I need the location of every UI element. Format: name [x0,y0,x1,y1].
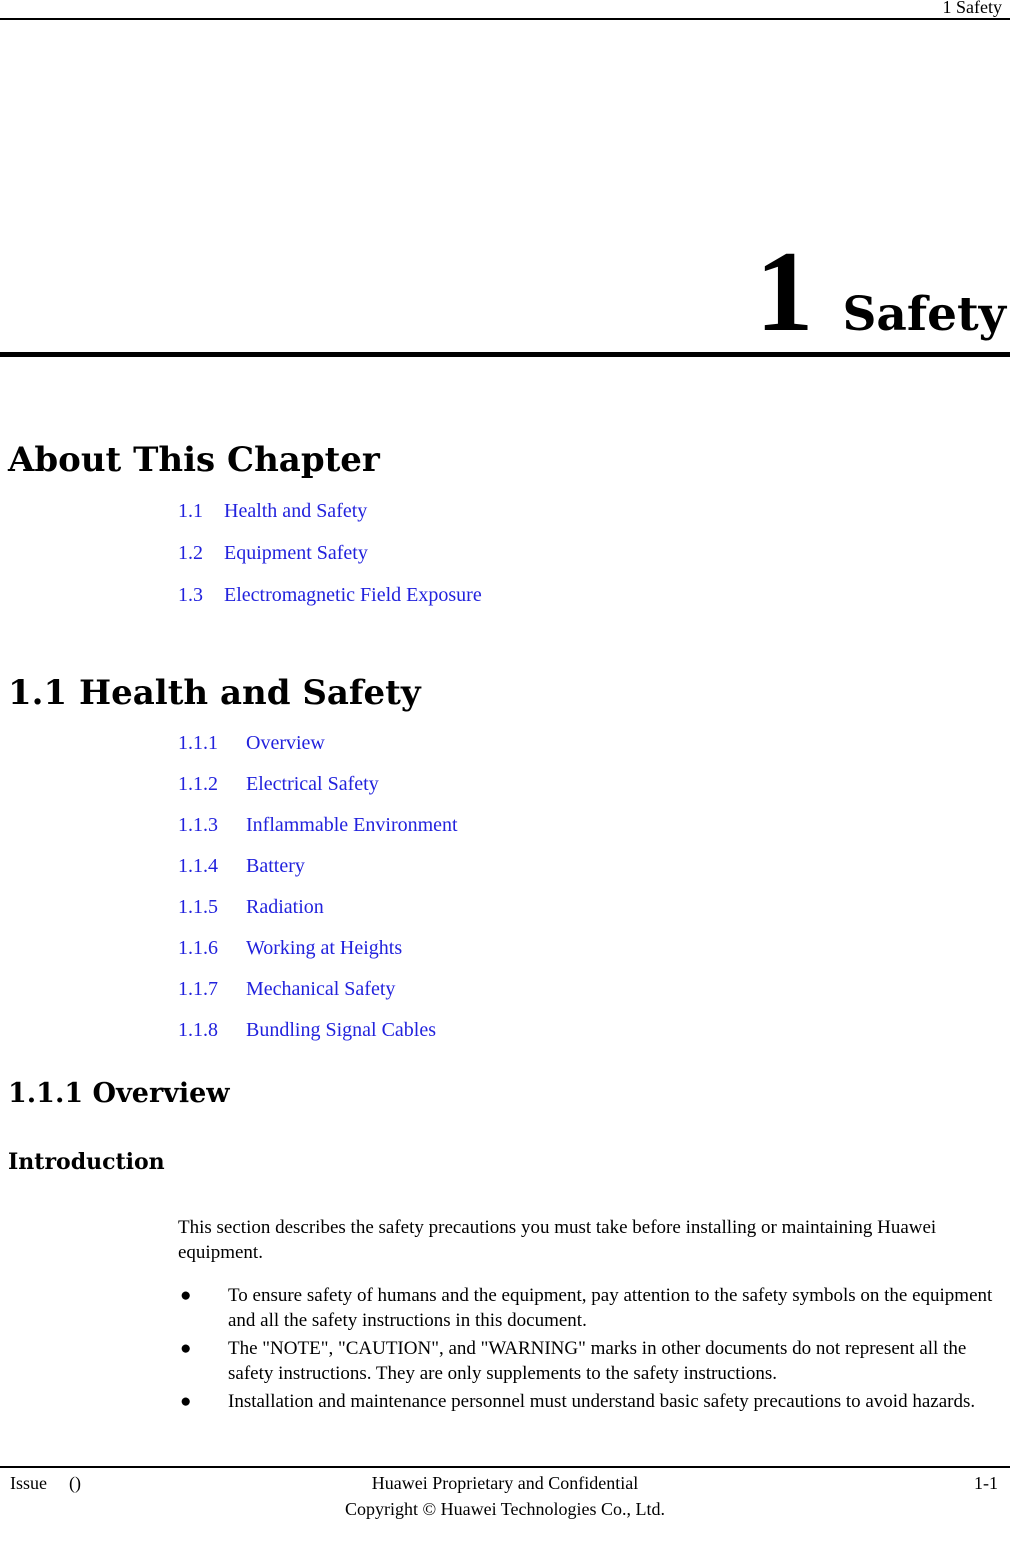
toc-label: Overview [246,732,325,754]
toc-entry-1-1-1[interactable]: 1.1.1 Overview [178,732,978,754]
list-item: ● To ensure safety of humans and the equ… [178,1283,1004,1333]
toc-entry-1-1-7[interactable]: 1.1.7 Mechanical Safety [178,978,978,1000]
list-item-text: To ensure safety of humans and the equip… [228,1285,993,1331]
chapter-name: Safety [842,287,1006,342]
introduction-paragraph: This section describes the safety precau… [178,1217,937,1263]
toc-entry-1-1-5[interactable]: 1.1.5 Radiation [178,896,978,918]
chapter-toc-list: 1.1 Health and Safety 1.2 Equipment Safe… [178,500,978,626]
section-toc-list: 1.1.1 Overview 1.1.2 Electrical Safety 1… [178,732,978,1060]
bullet-icon: ● [180,1391,192,1412]
toc-number: 1.1 [178,500,203,522]
about-this-chapter-heading: About This Chapter [8,440,380,480]
page-header: 1 Safety [0,0,1010,20]
toc-number: 1.1.3 [178,814,218,836]
toc-number: 1.1.5 [178,896,218,918]
document-page: 1 Safety 1 Safety About This Chapter 1.1… [0,0,1010,1542]
toc-number: 1.3 [178,584,203,606]
toc-entry-1-1-3[interactable]: 1.1.3 Inflammable Environment [178,814,978,836]
toc-label: Health and Safety [224,500,368,522]
subsection-heading-1-1-1: 1.1.1 Overview [8,1078,230,1109]
page-footer: Issue() Huawei Proprietary and Confident… [0,1466,1010,1532]
toc-label: Radiation [246,896,324,918]
safety-bullet-list: ● To ensure safety of humans and the equ… [178,1283,1004,1417]
toc-label: Electrical Safety [246,773,379,795]
list-item-text: The "NOTE", "CAUTION", and "WARNING" mar… [228,1338,967,1384]
toc-entry-1-1[interactable]: 1.1 Health and Safety [178,500,978,522]
chapter-title: 1 Safety [755,234,1006,350]
toc-entry-1-1-2[interactable]: 1.1.2 Electrical Safety [178,773,978,795]
toc-number: 1.1.4 [178,855,218,877]
toc-number: 1.1.2 [178,773,218,795]
bullet-icon: ● [180,1338,192,1359]
toc-entry-1-3[interactable]: 1.3 Electromagnetic Field Exposure [178,584,978,606]
section-heading-1-1: 1.1 Health and Safety [8,673,421,713]
chapter-number: 1 [755,228,813,356]
toc-label: Inflammable Environment [246,814,458,836]
introduction-heading: Introduction [8,1149,165,1175]
toc-entry-1-1-4[interactable]: 1.1.4 Battery [178,855,978,877]
toc-entry-1-1-8[interactable]: 1.1.8 Bundling Signal Cables [178,1019,978,1041]
list-item: ● Installation and maintenance personnel… [178,1389,1004,1414]
toc-entry-1-1-6[interactable]: 1.1.6 Working at Heights [178,937,978,959]
toc-label: Working at Heights [246,937,403,959]
list-item-text: Installation and maintenance personnel m… [228,1391,976,1412]
bullet-icon: ● [180,1285,192,1306]
toc-label: Electromagnetic Field Exposure [224,584,482,606]
toc-label: Battery [246,855,305,877]
footer-confidential-line: Huawei Proprietary and Confidential [371,1473,639,1493]
footer-row: Issue() Huawei Proprietary and Confident… [0,1468,1010,1519]
toc-label: Bundling Signal Cables [246,1019,436,1041]
running-header-title: 1 Safety [942,0,1002,17]
toc-label: Mechanical Safety [246,978,396,1000]
toc-number: 1.1.8 [178,1019,218,1041]
list-item: ● The "NOTE", "CAUTION", and "WARNING" m… [178,1336,1004,1386]
footer-page-number: 1-1 [974,1473,998,1493]
chapter-title-block: 1 Safety [0,225,1010,357]
toc-number: 1.1.1 [178,732,218,754]
toc-entry-1-2[interactable]: 1.2 Equipment Safety [178,542,978,564]
footer-copyright-line: Copyright © Huawei Technologies Co., Ltd… [344,1499,666,1519]
toc-number: 1.1.6 [178,937,218,959]
toc-number: 1.1.7 [178,978,218,1000]
toc-label: Equipment Safety [224,542,368,564]
toc-number: 1.2 [178,542,203,564]
